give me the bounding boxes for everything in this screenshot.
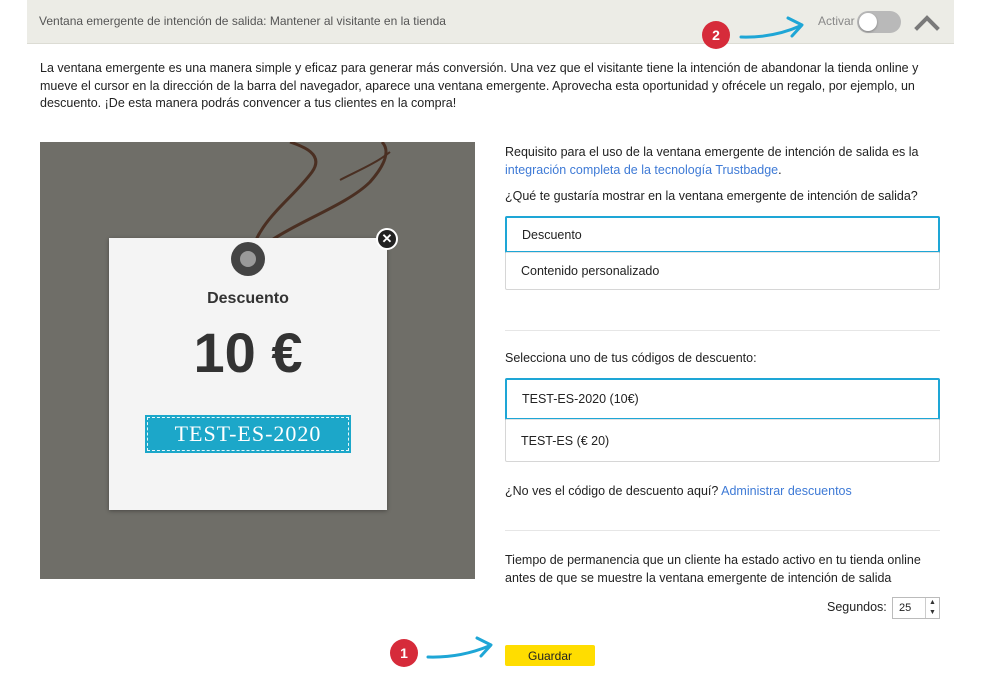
seconds-value: 25 [899,602,912,614]
callout-badge-1: 1 [390,639,418,667]
activate-toggle[interactable] [857,11,901,33]
select-code-label: Selecciona uno de tus códigos de descuen… [505,351,757,365]
intro-text: La ventana emergente es una manera simpl… [40,61,919,110]
discount-tag: Descuento 10 € TEST-ES-2020 [109,238,387,510]
popup-preview: Descuento 10 € TEST-ES-2020 ✕ [40,142,475,579]
tag-hole-icon [231,242,265,276]
seconds-label: Segundos: [827,600,887,614]
divider [505,530,940,531]
option-custom-content[interactable]: Contenido personalizado [506,252,939,289]
option-discount[interactable]: Descuento [505,216,940,253]
section-header: Ventana emergente de intención de salida… [27,0,954,44]
tag-amount: 10 € [193,321,303,384]
section-title: Ventana emergente de intención de salida… [39,14,446,28]
callout-badge-2: 2 [702,21,730,49]
tag-title: Descuento [207,290,289,307]
stepper-arrows-icon[interactable]: ▲ ▼ [925,598,939,618]
requirement-label: Requisito para el uso de la ventana emer… [505,145,919,159]
code-option[interactable]: TEST-ES-2020 (10€) [505,378,940,420]
save-button[interactable]: Guardar [505,645,595,666]
seconds-stepper[interactable]: 25 ▲ ▼ [892,597,940,619]
discount-codes-list: TEST-ES-2020 (10€) TEST-ES (€ 20) [505,378,940,462]
missing-code-text: ¿No ves el código de descuento aquí? Adm… [505,484,940,498]
missing-code-label: ¿No ves el código de descuento aquí? [505,484,719,498]
dwell-time-text: Tiempo de permanencia que un cliente ha … [505,553,921,585]
show-question: ¿Qué te gustaría mostrar en la ventana e… [505,189,918,203]
requirement-text: Requisito para el uso de la ventana emer… [505,143,940,179]
toggle-knob [859,13,877,31]
tag-code: TEST-ES-2020 [145,415,351,453]
trustbadge-integration-link[interactable]: integración completa de la tecnología Tr… [505,163,778,177]
requirement-suffix: . [778,163,782,177]
show-options-list: Descuento Contenido personalizado [505,216,940,290]
manage-discounts-link[interactable]: Administrar descuentos [721,484,852,498]
callout-arrow-2-icon [739,16,804,39]
divider [505,330,940,331]
close-icon[interactable]: ✕ [376,228,398,250]
activate-label: Activar [818,14,855,28]
code-option[interactable]: TEST-ES (€ 20) [506,419,939,461]
callout-arrow-1-icon [426,636,493,659]
chevron-up-icon[interactable] [914,13,940,31]
